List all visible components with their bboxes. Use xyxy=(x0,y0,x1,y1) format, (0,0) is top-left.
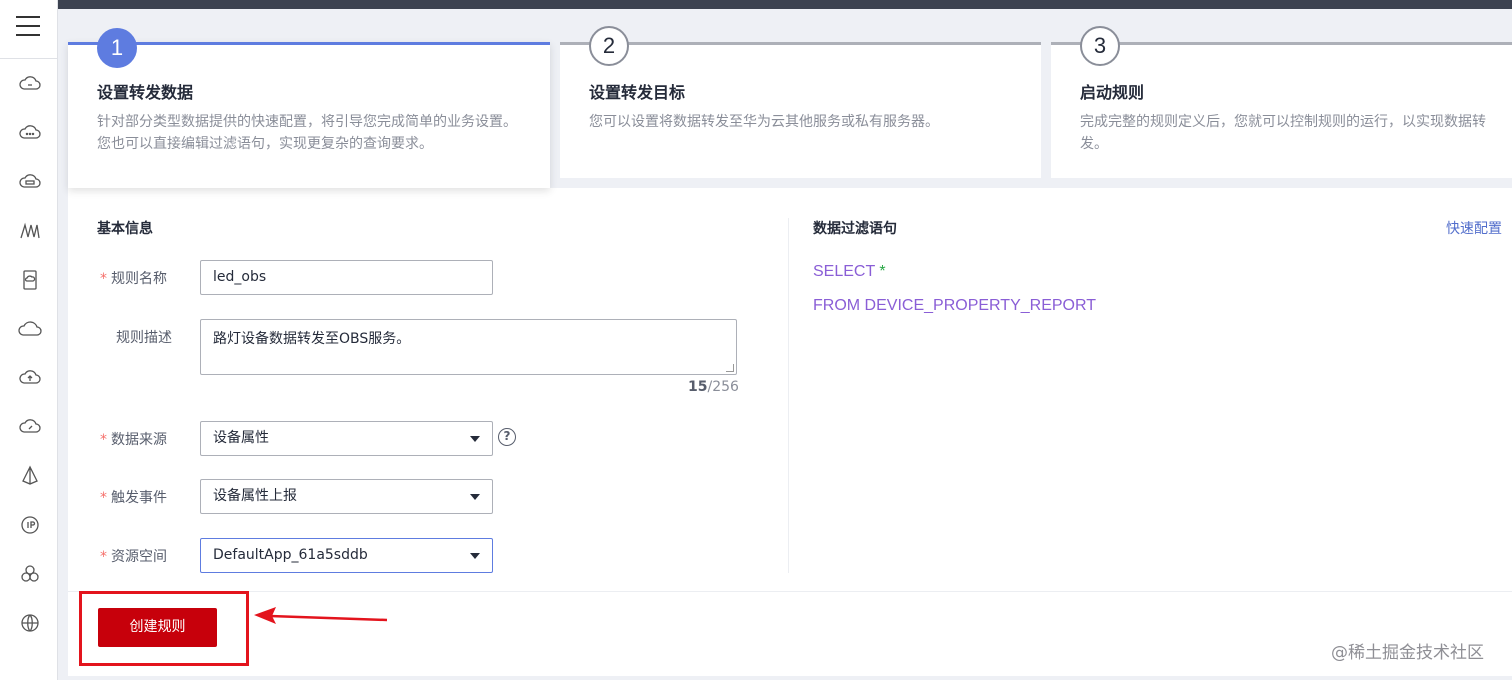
step-3[interactable]: 3 启动规则 完成完整的规则定义后，您就可以控制规则的运行，以实现数据转发。 xyxy=(1051,26,1512,178)
top-bar xyxy=(58,0,1512,9)
required-mark: * xyxy=(100,549,107,565)
resource-space-value: DefaultApp_61a5sddb xyxy=(213,547,368,563)
required-mark: * xyxy=(100,490,107,506)
step-description: 完成完整的规则定义后，您就可以控制规则的运行，以实现数据转发。 xyxy=(1080,114,1486,152)
sidebar-divider xyxy=(0,58,58,59)
resource-space-label: * 资源空间 xyxy=(100,546,167,566)
cloud-upload-icon[interactable] xyxy=(18,366,42,390)
dropdown-arrow-icon xyxy=(470,436,480,442)
cloud-gauge-icon[interactable] xyxy=(18,415,42,439)
rule-desc-value: 路灯设备数据转发至OBS服务。 xyxy=(213,331,411,347)
annotation-highlight-box xyxy=(79,591,249,666)
sql-line-from[interactable]: FROM DEVICE_PROPERTY_REPORT xyxy=(813,297,1096,315)
cloud-icon[interactable] xyxy=(18,317,42,341)
dropdown-arrow-icon xyxy=(470,553,480,559)
steps-bar: 1 设置转发数据 针对部分类型数据提供的快速配置，将引导您完成简单的业务设置。您… xyxy=(68,26,1512,188)
annotation-arrow-icon xyxy=(254,607,388,624)
cluster-icon[interactable] xyxy=(18,562,42,586)
rule-name-text: 规则名称 xyxy=(111,271,167,287)
form-panel: 基本信息 * 规则名称 led_obs 规则描述 路灯设备数据转发至OBS服务。 … xyxy=(68,188,1512,676)
step-number: 1 xyxy=(97,28,137,68)
data-source-value: 设备属性 xyxy=(213,430,269,446)
step-title: 设置转发数据 xyxy=(97,83,194,102)
step-title: 启动规则 xyxy=(1080,83,1145,102)
rule-desc-textarea[interactable]: 路灯设备数据转发至OBS服务。 xyxy=(200,319,737,375)
pyramid-icon[interactable] xyxy=(18,464,42,488)
cloud-server-icon[interactable] xyxy=(18,170,42,194)
filter-title: 数据过滤语句 xyxy=(813,221,897,237)
trigger-select[interactable]: 设备属性上报 xyxy=(200,479,493,514)
step-description: 您可以设置将数据转发至华为云其他服务或私有服务器。 xyxy=(589,114,939,130)
watermark: @稀土掘金技术社区 xyxy=(1331,643,1484,663)
mobile-icon[interactable] xyxy=(18,268,42,292)
trigger-text: 触发事件 xyxy=(111,490,167,506)
required-mark: * xyxy=(100,271,107,287)
step-2[interactable]: 2 设置转发目标 您可以设置将数据转发至华为云其他服务或私有服务器。 xyxy=(560,26,1041,178)
wave-icon[interactable] xyxy=(18,219,42,243)
resource-space-select[interactable]: DefaultApp_61a5sddb xyxy=(200,538,493,573)
basic-info-title: 基本信息 xyxy=(97,221,153,237)
step-number: 3 xyxy=(1080,26,1120,66)
help-icon[interactable]: ? xyxy=(498,428,516,446)
trigger-label: * 触发事件 xyxy=(100,487,167,507)
cloud-device-icon[interactable] xyxy=(18,72,42,96)
counter-current: 15 xyxy=(688,379,708,395)
sql-line-select[interactable]: SELECT * xyxy=(813,263,886,281)
cloud-dots-icon[interactable] xyxy=(18,121,42,145)
rule-desc-label: 规则描述 xyxy=(116,330,172,346)
step-number: 2 xyxy=(589,26,629,66)
step-1[interactable]: 1 设置转发数据 针对部分类型数据提供的快速配置，将引导您完成简单的业务设置。您… xyxy=(68,28,550,188)
sidebar xyxy=(0,0,58,680)
column-divider xyxy=(788,218,789,573)
footer-divider xyxy=(68,591,1512,592)
data-source-text: 数据来源 xyxy=(111,432,167,448)
rule-name-label: * 规则名称 xyxy=(100,268,167,288)
rule-name-input[interactable]: led_obs xyxy=(200,260,493,295)
sql-select-keyword: SELECT xyxy=(813,263,880,280)
required-mark: * xyxy=(100,432,107,448)
step-description: 针对部分类型数据提供的快速配置，将引导您完成简单的业务设置。您也可以直接编辑过滤… xyxy=(97,114,517,152)
trigger-value: 设备属性上报 xyxy=(213,488,297,504)
data-source-label: * 数据来源 xyxy=(100,429,167,449)
quick-config-link[interactable]: 快速配置 xyxy=(1446,218,1502,238)
sql-star: * xyxy=(879,263,886,280)
globe-icon[interactable] xyxy=(18,611,42,635)
resize-handle[interactable] xyxy=(726,364,734,372)
step-title: 设置转发目标 xyxy=(589,83,686,102)
menu-icon[interactable] xyxy=(16,16,40,38)
char-counter: 15/256 xyxy=(688,379,739,395)
data-source-select[interactable]: 设备属性 xyxy=(200,421,493,456)
ip-icon[interactable] xyxy=(18,513,42,537)
dropdown-arrow-icon xyxy=(470,494,480,500)
counter-max: /256 xyxy=(707,379,739,395)
resource-space-text: 资源空间 xyxy=(111,549,167,565)
